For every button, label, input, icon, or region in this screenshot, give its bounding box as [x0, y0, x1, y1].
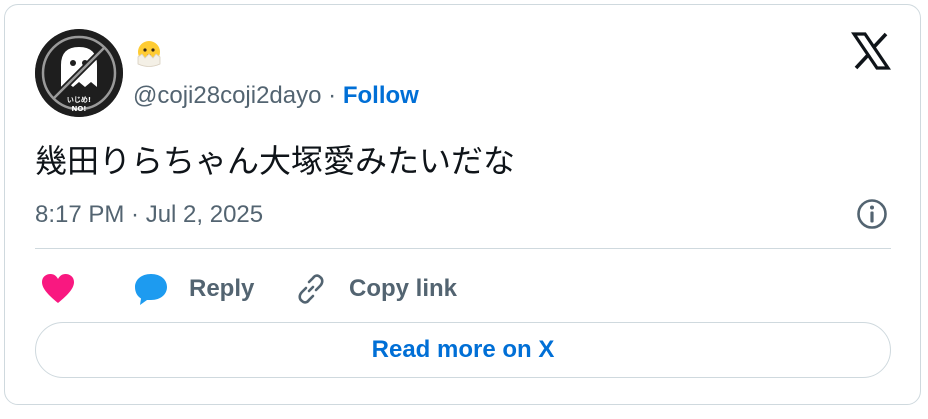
info-icon[interactable]: [855, 197, 889, 231]
follow-button[interactable]: Follow: [343, 82, 419, 109]
link-icon: [298, 274, 324, 304]
tweet-timestamp[interactable]: 8:17 PM · Jul 2, 2025: [35, 199, 263, 231]
reply-label: Reply: [189, 275, 255, 302]
avatar-caption-line2: NO!: [71, 105, 87, 113]
divider: [35, 248, 891, 249]
copy-link-button[interactable]: Copy link: [293, 269, 457, 309]
embedded-tweet-card: いじめ! NO! @coji28coji2dayo · Follow 幾田りらち…: [4, 4, 921, 405]
heart-icon[interactable]: [41, 273, 75, 305]
author-row: @coji28coji2dayo · Follow: [133, 79, 419, 113]
copy-link-label: Copy link: [349, 275, 458, 302]
avatar-caption-line1: いじめ!: [66, 96, 92, 104]
speech-bubble-icon: [135, 274, 167, 305]
read-more-button[interactable]: Read more on X: [35, 322, 891, 378]
reply-button[interactable]: Reply: [133, 269, 254, 309]
tweet-text: 幾田りらちゃん大塚愛みたいだな: [35, 143, 516, 179]
handle-separator: ·: [328, 82, 337, 109]
x-logo-icon[interactable]: [851, 31, 891, 71]
author-handle[interactable]: @coji28coji2dayo: [133, 82, 321, 109]
hatching-chick-icon: [137, 41, 161, 67]
avatar[interactable]: いじめ! NO!: [35, 29, 123, 117]
